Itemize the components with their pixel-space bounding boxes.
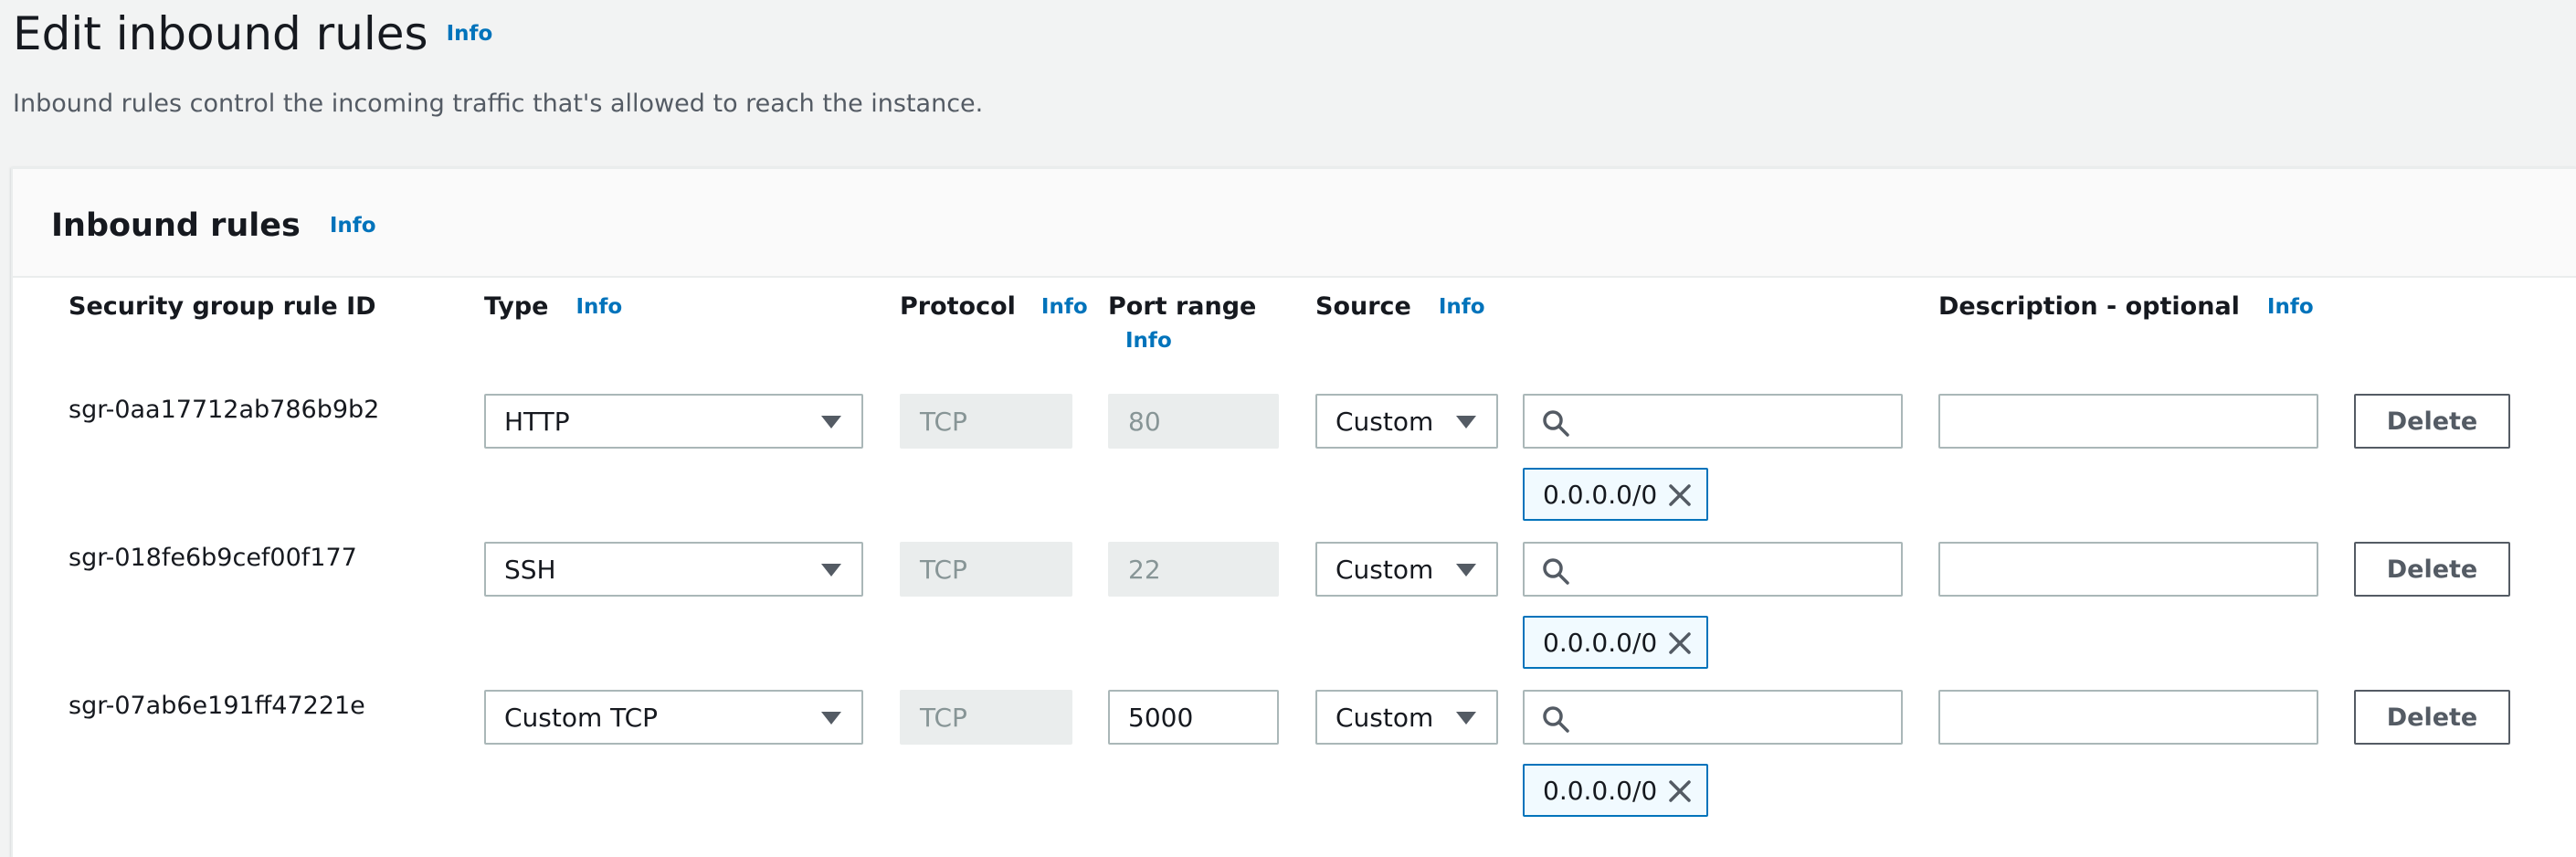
cidr-token: 0.0.0.0/0 bbox=[1523, 468, 1708, 521]
column-header-source-label: Source bbox=[1315, 292, 1411, 321]
type-select-value: Custom TCP bbox=[504, 702, 659, 733]
port-range-input[interactable]: 5000 bbox=[1108, 690, 1279, 745]
protocol-value: TCP bbox=[920, 702, 967, 733]
type-select[interactable]: SSH bbox=[484, 542, 863, 597]
source-type-value: Custom bbox=[1336, 702, 1434, 733]
source-search-input[interactable] bbox=[1523, 690, 1903, 745]
protocol-value: TCP bbox=[920, 554, 967, 585]
rule-id: sgr-07ab6e191ff47221e bbox=[69, 692, 365, 720]
type-select-value: SSH bbox=[504, 554, 556, 585]
cidr-token: 0.0.0.0/0 bbox=[1523, 764, 1708, 817]
port-range-info-link[interactable]: Info bbox=[1125, 329, 1172, 353]
source-info-link[interactable]: Info bbox=[1439, 295, 1485, 319]
close-icon[interactable] bbox=[1666, 630, 1694, 657]
cidr-token-label: 0.0.0.0/0 bbox=[1543, 479, 1658, 510]
column-header-description: Description - optional Info bbox=[1938, 292, 2314, 321]
type-select-value: HTTP bbox=[504, 406, 570, 437]
caret-down-icon bbox=[1456, 416, 1476, 428]
caret-down-icon bbox=[821, 712, 841, 725]
description-info-link[interactable]: Info bbox=[2267, 295, 2314, 319]
source-type-select[interactable]: Custom bbox=[1315, 394, 1498, 449]
delete-button[interactable]: Delete bbox=[2354, 394, 2510, 449]
port-range-info: Info bbox=[1125, 329, 1172, 353]
inbound-rules-panel: Inbound rules Info Security group rule I… bbox=[11, 167, 2576, 857]
cidr-token-label: 0.0.0.0/0 bbox=[1543, 627, 1658, 658]
column-header-type-label: Type bbox=[484, 292, 549, 321]
panel-info-link[interactable]: Info bbox=[330, 214, 376, 238]
panel-title: Inbound rules bbox=[51, 207, 301, 244]
description-input[interactable] bbox=[1938, 690, 2318, 745]
description-input[interactable] bbox=[1938, 542, 2318, 597]
port-range-field: 80 bbox=[1108, 394, 1279, 449]
caret-down-icon bbox=[1456, 712, 1476, 725]
page-title-info-link[interactable]: Info bbox=[447, 22, 493, 46]
search-icon bbox=[1543, 410, 1569, 437]
column-header-protocol: Protocol Info bbox=[900, 292, 1088, 321]
search-icon bbox=[1543, 558, 1569, 585]
page-header: Edit inbound rules Info bbox=[13, 2, 492, 66]
search-icon bbox=[1543, 706, 1569, 733]
caret-down-icon bbox=[1456, 564, 1476, 577]
source-type-value: Custom bbox=[1336, 554, 1434, 585]
close-icon[interactable] bbox=[1666, 778, 1694, 805]
protocol-field: TCP bbox=[900, 542, 1072, 597]
column-header-description-label: Description - optional bbox=[1938, 292, 2240, 321]
port-range-value: 22 bbox=[1128, 554, 1161, 585]
delete-button[interactable]: Delete bbox=[2354, 690, 2510, 745]
column-header-rule-id-label: Security group rule ID bbox=[69, 292, 376, 321]
type-select[interactable]: Custom TCP bbox=[484, 690, 863, 745]
protocol-field: TCP bbox=[900, 690, 1072, 745]
rule-id: sgr-018fe6b9cef00f177 bbox=[69, 544, 357, 572]
source-search-input[interactable] bbox=[1523, 394, 1903, 449]
port-range-value: 80 bbox=[1128, 406, 1161, 437]
cidr-token: 0.0.0.0/0 bbox=[1523, 616, 1708, 669]
type-info-link[interactable]: Info bbox=[575, 295, 622, 319]
caret-down-icon bbox=[821, 564, 841, 577]
type-select[interactable]: HTTP bbox=[484, 394, 863, 449]
column-header-port-range-label: Port range bbox=[1108, 292, 1257, 321]
column-header-protocol-label: Protocol bbox=[900, 292, 1016, 321]
source-type-value: Custom bbox=[1336, 406, 1434, 437]
port-range-field: 22 bbox=[1108, 542, 1279, 597]
column-header-source: Source Info bbox=[1315, 292, 1485, 321]
page-title: Edit inbound rules bbox=[13, 7, 428, 60]
column-header-port-range: Port range bbox=[1108, 292, 1256, 321]
description-input[interactable] bbox=[1938, 394, 2318, 449]
port-range-value: 5000 bbox=[1128, 702, 1194, 733]
page-description: Inbound rules control the incoming traff… bbox=[13, 90, 984, 118]
source-type-select[interactable]: Custom bbox=[1315, 690, 1498, 745]
delete-button[interactable]: Delete bbox=[2354, 542, 2510, 597]
protocol-info-link[interactable]: Info bbox=[1041, 295, 1088, 319]
cidr-token-label: 0.0.0.0/0 bbox=[1543, 775, 1658, 806]
close-icon[interactable] bbox=[1666, 481, 1694, 509]
column-header-type: Type Info bbox=[484, 292, 622, 321]
rule-id: sgr-0aa17712ab786b9b2 bbox=[69, 396, 380, 424]
panel-header: Inbound rules Info bbox=[13, 169, 2576, 278]
caret-down-icon bbox=[821, 416, 841, 428]
protocol-field: TCP bbox=[900, 394, 1072, 449]
source-type-select[interactable]: Custom bbox=[1315, 542, 1498, 597]
protocol-value: TCP bbox=[920, 406, 967, 437]
column-header-rule-id: Security group rule ID bbox=[69, 292, 376, 321]
source-search-input[interactable] bbox=[1523, 542, 1903, 597]
